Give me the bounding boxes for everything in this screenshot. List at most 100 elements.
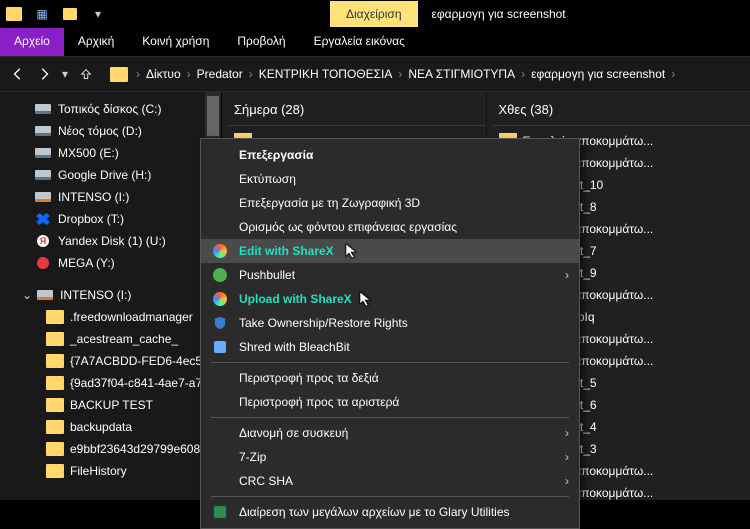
tree-label: BACKUP TEST [70, 398, 153, 412]
breadcrumb-item[interactable]: ΚΕΝΤΡΙΚΗ ΤΟΠΟΘΕΣΙΑ [255, 65, 397, 83]
folder-icon [46, 442, 64, 456]
drive-icon [36, 287, 54, 303]
ctx-pushbullet[interactable]: Pushbullet› [201, 263, 579, 287]
pushbullet-icon [211, 266, 229, 284]
chevron-right-icon[interactable]: › [187, 67, 191, 81]
folder-icon [46, 354, 64, 368]
tree-item[interactable]: Google Drive (H:) [0, 164, 221, 186]
disk-orange-icon [34, 189, 52, 205]
sharex-icon [211, 242, 229, 260]
glary-icon [211, 503, 229, 521]
ctx-crc-sha[interactable]: CRC SHA› [201, 469, 579, 493]
tree-label: e9bbf23643d29799e608... [70, 442, 210, 456]
scrollbar-thumb[interactable] [207, 96, 219, 136]
chevron-right-icon[interactable]: › [249, 67, 253, 81]
breadcrumb-item[interactable]: Δίκτυο [142, 65, 185, 83]
tree-label: INTENSO (I:) [58, 190, 129, 204]
breadcrumb-item[interactable]: ΝΕΑ ΣΤΙΓΜΙΟΤΥΠΑ [404, 65, 519, 83]
submenu-arrow-icon: › [565, 426, 569, 440]
tree-item[interactable]: e9bbf23643d29799e608... [0, 438, 221, 460]
tree-item[interactable]: Νέος τόμος (D:) [0, 120, 221, 142]
ctx-shred[interactable]: Shred with BleachBit [201, 335, 579, 359]
ctx-edit-sharex[interactable]: Edit with ShareX [201, 239, 579, 263]
tree-label: MEGA (Y:) [58, 256, 115, 270]
nav-forward-button[interactable] [32, 62, 56, 86]
folder-icon [46, 310, 64, 324]
chevron-right-icon[interactable]: › [136, 67, 140, 81]
cursor-icon [359, 291, 375, 307]
sharex-icon [211, 290, 229, 308]
disk-icon [34, 123, 52, 139]
tree-item[interactable]: FileHistory [0, 460, 221, 482]
ctx-paint3d[interactable]: Επεξεργασία με τη Ζωγραφική 3D [201, 191, 579, 215]
nav-bar: ▾ › Δίκτυο›Predator›ΚΕΝΤΡΙΚΗ ΤΟΠΟΘΕΣΙΑ›Ν… [0, 56, 750, 92]
group-header-today[interactable]: Σήμερα (28) [228, 98, 486, 126]
dropbox-icon [34, 211, 52, 227]
ctx-separator [211, 417, 569, 418]
tab-view[interactable]: Προβολή [223, 28, 299, 56]
tree-label: {9ad37f04-c841-4ae7-a73... [70, 376, 219, 390]
ctx-print[interactable]: Εκτύπωση [201, 167, 579, 191]
ctx-glary-split[interactable]: Διαίρεση των μεγάλων αρχείων με το Glary… [201, 500, 579, 524]
tree-item[interactable]: INTENSO (I:) [0, 186, 221, 208]
tab-home[interactable]: Αρχική [64, 28, 128, 56]
nav-tree[interactable]: Τοπικός δίσκος (C:) Νέος τόμος (D:) MX500 … [0, 92, 222, 500]
chevron-right-icon[interactable]: › [398, 67, 402, 81]
nav-history-dropdown[interactable]: ▾ [58, 62, 72, 86]
chevron-down-icon[interactable]: ⌄ [22, 288, 32, 302]
ctx-take-ownership[interactable]: Take Ownership/Restore Rights [201, 311, 579, 335]
nav-back-button[interactable] [6, 62, 30, 86]
tree-label: INTENSO (I:) [60, 288, 131, 302]
tab-file[interactable]: Αρχείο [0, 28, 64, 56]
tree-item[interactable]: Τοπικός δίσκος (C:) [0, 98, 221, 120]
tree-drive-intenso-expanded[interactable]: ⌄ INTENSO (I:) [0, 284, 221, 306]
tree-label: backupdata [70, 420, 132, 434]
tree-item[interactable]: _acestream_cache_ [0, 328, 221, 350]
tree-label: Google Drive (H:) [58, 168, 151, 182]
tab-share[interactable]: Κοινή χρήση [128, 28, 223, 56]
tree-item[interactable]: MX500 (E:) [0, 142, 221, 164]
breadcrumb-folder-icon[interactable] [110, 67, 128, 82]
window-title: εφαρμογη για screenshot [432, 7, 566, 21]
yandex-icon: Я [34, 233, 52, 249]
ctx-rotate-left[interactable]: Περιστροφή προς τα αριστερά [201, 390, 579, 414]
tree-label: .freedownloadmanager [70, 310, 193, 324]
tree-item[interactable]: .freedownloadmanager [0, 306, 221, 328]
tree-item[interactable]: BACKUP TEST [0, 394, 221, 416]
tree-item[interactable]: backupdata [0, 416, 221, 438]
nav-up-button[interactable] [74, 62, 98, 86]
ribbon-contextual-manage[interactable]: Διαχείριση [330, 1, 418, 27]
chevron-right-icon[interactable]: › [671, 67, 675, 81]
breadcrumb-item[interactable]: Predator [193, 65, 247, 83]
tree-item[interactable]: Я Yandex Disk (1) (U:) [0, 230, 221, 252]
folder-icon [46, 376, 64, 390]
mega-icon [34, 255, 52, 271]
ctx-rotate-right[interactable]: Περιστροφή προς τα δεξιά [201, 366, 579, 390]
ctx-edit[interactable]: Επεξεργασία [201, 143, 579, 167]
context-menu: Επεξεργασία Εκτύπωση Επεξεργασία με τη Ζ… [200, 138, 580, 529]
shield-icon [211, 314, 229, 332]
submenu-arrow-icon: › [565, 268, 569, 282]
ctx-7zip[interactable]: 7-Zip› [201, 445, 579, 469]
tab-picture-tools[interactable]: Εργαλεία εικόνας [300, 28, 419, 56]
tree-item[interactable]: {9ad37f04-c841-4ae7-a73... [0, 372, 221, 394]
tree-item[interactable]: MEGA (Y:) [0, 252, 221, 274]
chevron-right-icon[interactable]: › [521, 67, 525, 81]
qat-properties-icon[interactable]: ▦ [32, 4, 52, 24]
tree-label: Yandex Disk (1) (U:) [58, 234, 166, 248]
submenu-arrow-icon: › [565, 450, 569, 464]
ctx-set-wallpaper[interactable]: Ορισμός ως φόντου επιφάνειας εργασίας [201, 215, 579, 239]
tree-label: MX500 (E:) [58, 146, 119, 160]
ctx-upload-sharex[interactable]: Upload with ShareX [201, 287, 579, 311]
ctx-cast[interactable]: Διανομή σε συσκευή› [201, 421, 579, 445]
qat-dropdown-icon[interactable]: ▾ [88, 4, 108, 24]
breadcrumb-item[interactable]: εφαρμογη για screenshot [527, 65, 669, 83]
group-header-yesterday[interactable]: Χθες (38) [493, 98, 750, 126]
tree-item[interactable]: {7A7ACBDD-FED6-4ec5-B... [0, 350, 221, 372]
tree-label: Τοπικός δίσκος (C:) [58, 102, 162, 116]
qat-new-folder-icon[interactable] [60, 4, 80, 24]
disk-icon [34, 101, 52, 117]
tree-label: _acestream_cache_ [70, 332, 178, 346]
tree-item[interactable]: Dropbox (T:) [0, 208, 221, 230]
bleachbit-icon [211, 338, 229, 356]
